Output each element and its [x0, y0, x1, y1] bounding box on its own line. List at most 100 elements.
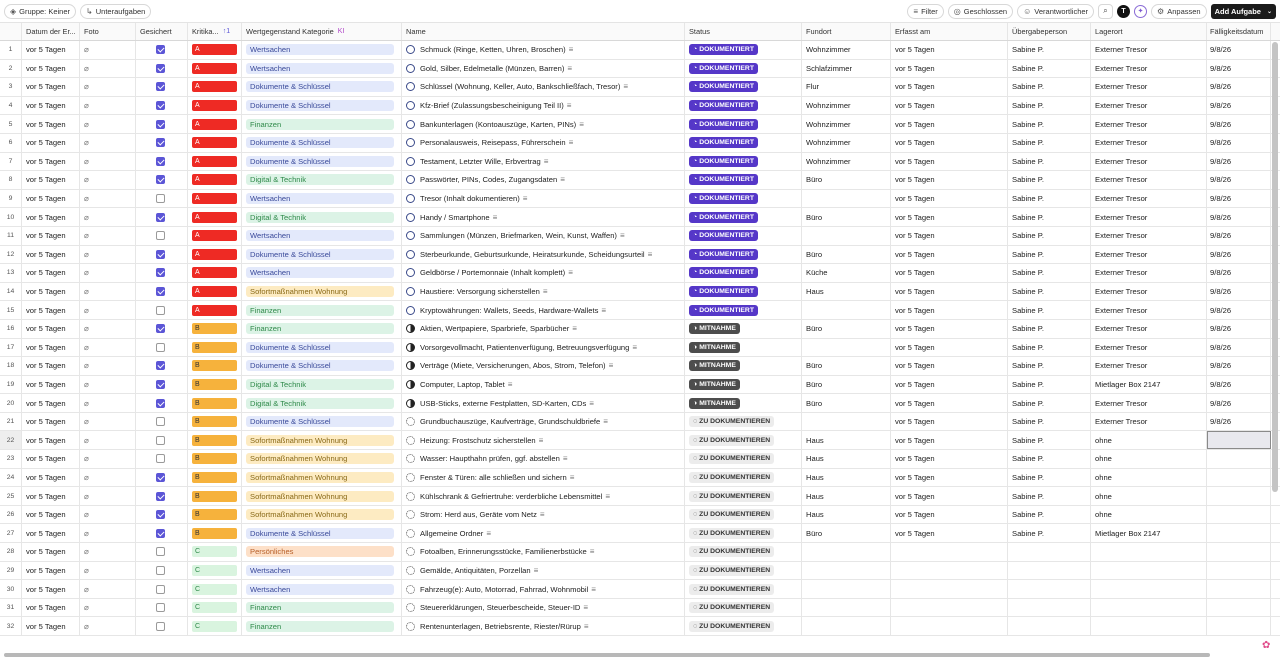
chevron-down-icon[interactable]: ⌄ [1267, 8, 1272, 15]
due-cell[interactable]: 9/8/26 [1207, 282, 1271, 301]
name-cell[interactable]: Bankunterlagen (Kontoauszüge, Karten, PI… [402, 115, 685, 133]
due-cell[interactable]: 9/8/26 [1207, 152, 1271, 171]
storage-cell[interactable] [1091, 543, 1207, 561]
table-row[interactable]: 30 vor 5 Tagen ⌀ C Wertsachen Fahrzeug(e): Au… [0, 580, 1280, 599]
task-status-icon[interactable] [406, 435, 415, 445]
due-cell[interactable]: 9/8/26 [1207, 338, 1271, 357]
secured-checkbox[interactable] [156, 324, 165, 334]
location-cell[interactable]: Küche [802, 264, 891, 282]
name-cell[interactable]: Wasser: Haupthahn prüfen, ggf. abstellen… [402, 450, 685, 468]
paperclip-icon[interactable]: ⌀ [84, 622, 89, 631]
storage-cell[interactable]: Externer Tresor [1091, 301, 1207, 319]
category-tag[interactable]: Finanzen [246, 620, 394, 632]
criticality-badge[interactable]: A [192, 137, 237, 149]
paperclip-icon[interactable]: ⌀ [84, 82, 89, 91]
task-status-icon[interactable] [406, 584, 415, 594]
storage-cell[interactable]: Externer Tresor [1091, 264, 1207, 282]
status-badge[interactable]: ◔ DOKUMENTIERT [689, 62, 758, 74]
name-cell[interactable]: Allgemeine Ordner ≡ [402, 524, 685, 543]
due-cell[interactable]: 9/8/26 [1207, 59, 1271, 78]
handover-cell[interactable]: Sabine P. [1008, 96, 1091, 115]
secured-checkbox[interactable] [156, 361, 165, 371]
paperclip-icon[interactable]: ⌀ [84, 101, 89, 110]
captured-cell[interactable]: vor 5 Tagen [891, 115, 1008, 133]
column-header-photo[interactable]: Foto [80, 23, 136, 40]
status-badge[interactable]: ◌ ZU DOKUMENTIEREN [689, 509, 775, 521]
photo-cell[interactable]: ⌀ [80, 96, 136, 115]
table-row[interactable]: 17 vor 5 Tagen ⌀ B Dokumente & Schlüssel Vors… [0, 338, 1280, 358]
task-status-icon[interactable] [406, 528, 415, 538]
task-name[interactable]: Heizung: Frostschutz sicherstellen [420, 436, 536, 445]
handover-cell[interactable]: Sabine P. [1008, 59, 1091, 78]
captured-cell[interactable]: vor 5 Tagen [891, 133, 1008, 152]
location-cell[interactable] [802, 543, 891, 561]
due-cell[interactable] [1207, 543, 1271, 561]
task-name[interactable]: Bankunterlagen (Kontoauszüge, Karten, PI… [420, 120, 576, 129]
paperclip-icon[interactable]: ⌀ [84, 287, 89, 296]
location-cell[interactable]: Büro [802, 319, 891, 338]
handover-cell[interactable]: Sabine P. [1008, 450, 1091, 468]
column-header-captured[interactable]: Erfasst am [891, 23, 1008, 40]
category-tag[interactable]: Digital & Technik [246, 174, 394, 186]
captured-cell[interactable]: vor 5 Tagen [891, 41, 1008, 59]
secured-checkbox[interactable] [156, 231, 165, 241]
captured-cell[interactable]: vor 5 Tagen [891, 487, 1008, 505]
criticality-badge[interactable]: A [192, 267, 237, 279]
storage-cell[interactable]: Externer Tresor [1091, 59, 1207, 78]
captured-cell[interactable]: vor 5 Tagen [891, 264, 1008, 282]
task-name[interactable]: Grundbuchauszüge, Kaufverträge, Grundsch… [420, 417, 600, 426]
photo-cell[interactable]: ⌀ [80, 189, 136, 208]
paperclip-icon[interactable]: ⌀ [84, 603, 89, 612]
category-tag[interactable]: Wertsachen [246, 230, 394, 242]
name-cell[interactable]: Aktien, Wertpapiere, Sparbriefe, Sparbüc… [402, 319, 685, 338]
name-cell[interactable]: USB-Sticks, externe Festplatten, SD-Kart… [402, 394, 685, 412]
photo-cell[interactable]: ⌀ [80, 617, 136, 635]
status-badge[interactable]: ◔ DOKUMENTIERT [689, 137, 758, 149]
location-cell[interactable] [802, 598, 891, 617]
due-cell[interactable]: 9/8/26 [1207, 301, 1271, 319]
column-header-due[interactable]: Fälligkeitsdatum [1207, 23, 1271, 40]
task-name[interactable]: Fahrzeug(e): Auto, Motorrad, Fahrrad, Wo… [420, 585, 588, 594]
category-tag[interactable]: Dokumente & Schlüssel [246, 155, 394, 167]
table-row[interactable]: 24 vor 5 Tagen ⌀ B Sofortmaßnahmen Wohnung Fe… [0, 468, 1280, 488]
photo-cell[interactable]: ⌀ [80, 598, 136, 617]
task-name[interactable]: Kryptowährungen: Wallets, Seeds, Hardwar… [420, 306, 598, 315]
name-cell[interactable]: Schmuck (Ringe, Ketten, Uhren, Broschen)… [402, 41, 685, 59]
name-cell[interactable]: Sterbeurkunde, Geburtsurkunde, Heiratsur… [402, 245, 685, 264]
location-cell[interactable]: Wohnzimmer [802, 133, 891, 152]
photo-cell[interactable]: ⌀ [80, 41, 136, 59]
status-badge[interactable]: ◌ ZU DOKUMENTIEREN [689, 620, 775, 632]
secured-checkbox[interactable] [156, 528, 165, 538]
secured-checkbox[interactable] [156, 454, 165, 464]
handover-cell[interactable]: Sabine P. [1008, 357, 1091, 375]
task-name[interactable]: Passwörter, PINs, Codes, Zugangsdaten [420, 175, 557, 184]
status-badge[interactable]: ◔ DOKUMENTIERT [689, 44, 758, 56]
task-status-icon[interactable] [406, 45, 415, 55]
paperclip-icon[interactable]: ⌀ [84, 306, 89, 315]
location-cell[interactable]: Haus [802, 282, 891, 301]
criticality-badge[interactable]: B [192, 360, 237, 372]
task-name[interactable]: Kühlschrank & Gefriertruhe: verderbliche… [420, 492, 602, 501]
table-row[interactable]: 27 vor 5 Tagen ⌀ B Dokumente & Schlüssel Allg… [0, 524, 1280, 544]
secured-checkbox[interactable] [156, 45, 165, 55]
handover-cell[interactable]: Sabine P. [1008, 208, 1091, 226]
task-status-icon[interactable] [406, 417, 415, 427]
handover-cell[interactable]: Sabine P. [1008, 505, 1091, 524]
location-cell[interactable]: Büro [802, 245, 891, 264]
name-cell[interactable]: Gold, Silber, Edelmetalle (Münzen, Barre… [402, 59, 685, 78]
status-badge[interactable]: ◔ DOKUMENTIERT [689, 304, 758, 316]
storage-cell[interactable]: Externer Tresor [1091, 357, 1207, 375]
location-cell[interactable]: Haus [802, 450, 891, 468]
column-header-handover[interactable]: Übergabeperson [1008, 23, 1091, 40]
category-tag[interactable]: Sofortmaßnahmen Wohnung [246, 490, 394, 502]
photo-cell[interactable]: ⌀ [80, 375, 136, 394]
secured-checkbox[interactable] [156, 119, 165, 129]
due-cell[interactable] [1207, 580, 1271, 598]
task-name[interactable]: Kfz-Brief (Zulassungsbescheinigung Teil … [420, 101, 564, 110]
name-cell[interactable]: Geldbörse / Portemonnaie (Inhalt komplet… [402, 264, 685, 282]
photo-cell[interactable]: ⌀ [80, 78, 136, 96]
task-name[interactable]: Schmuck (Ringe, Ketten, Uhren, Broschen) [420, 45, 566, 54]
storage-cell[interactable]: Externer Tresor [1091, 133, 1207, 152]
status-badge[interactable]: ◌ ZU DOKUMENTIEREN [689, 564, 775, 576]
photo-cell[interactable]: ⌀ [80, 59, 136, 78]
